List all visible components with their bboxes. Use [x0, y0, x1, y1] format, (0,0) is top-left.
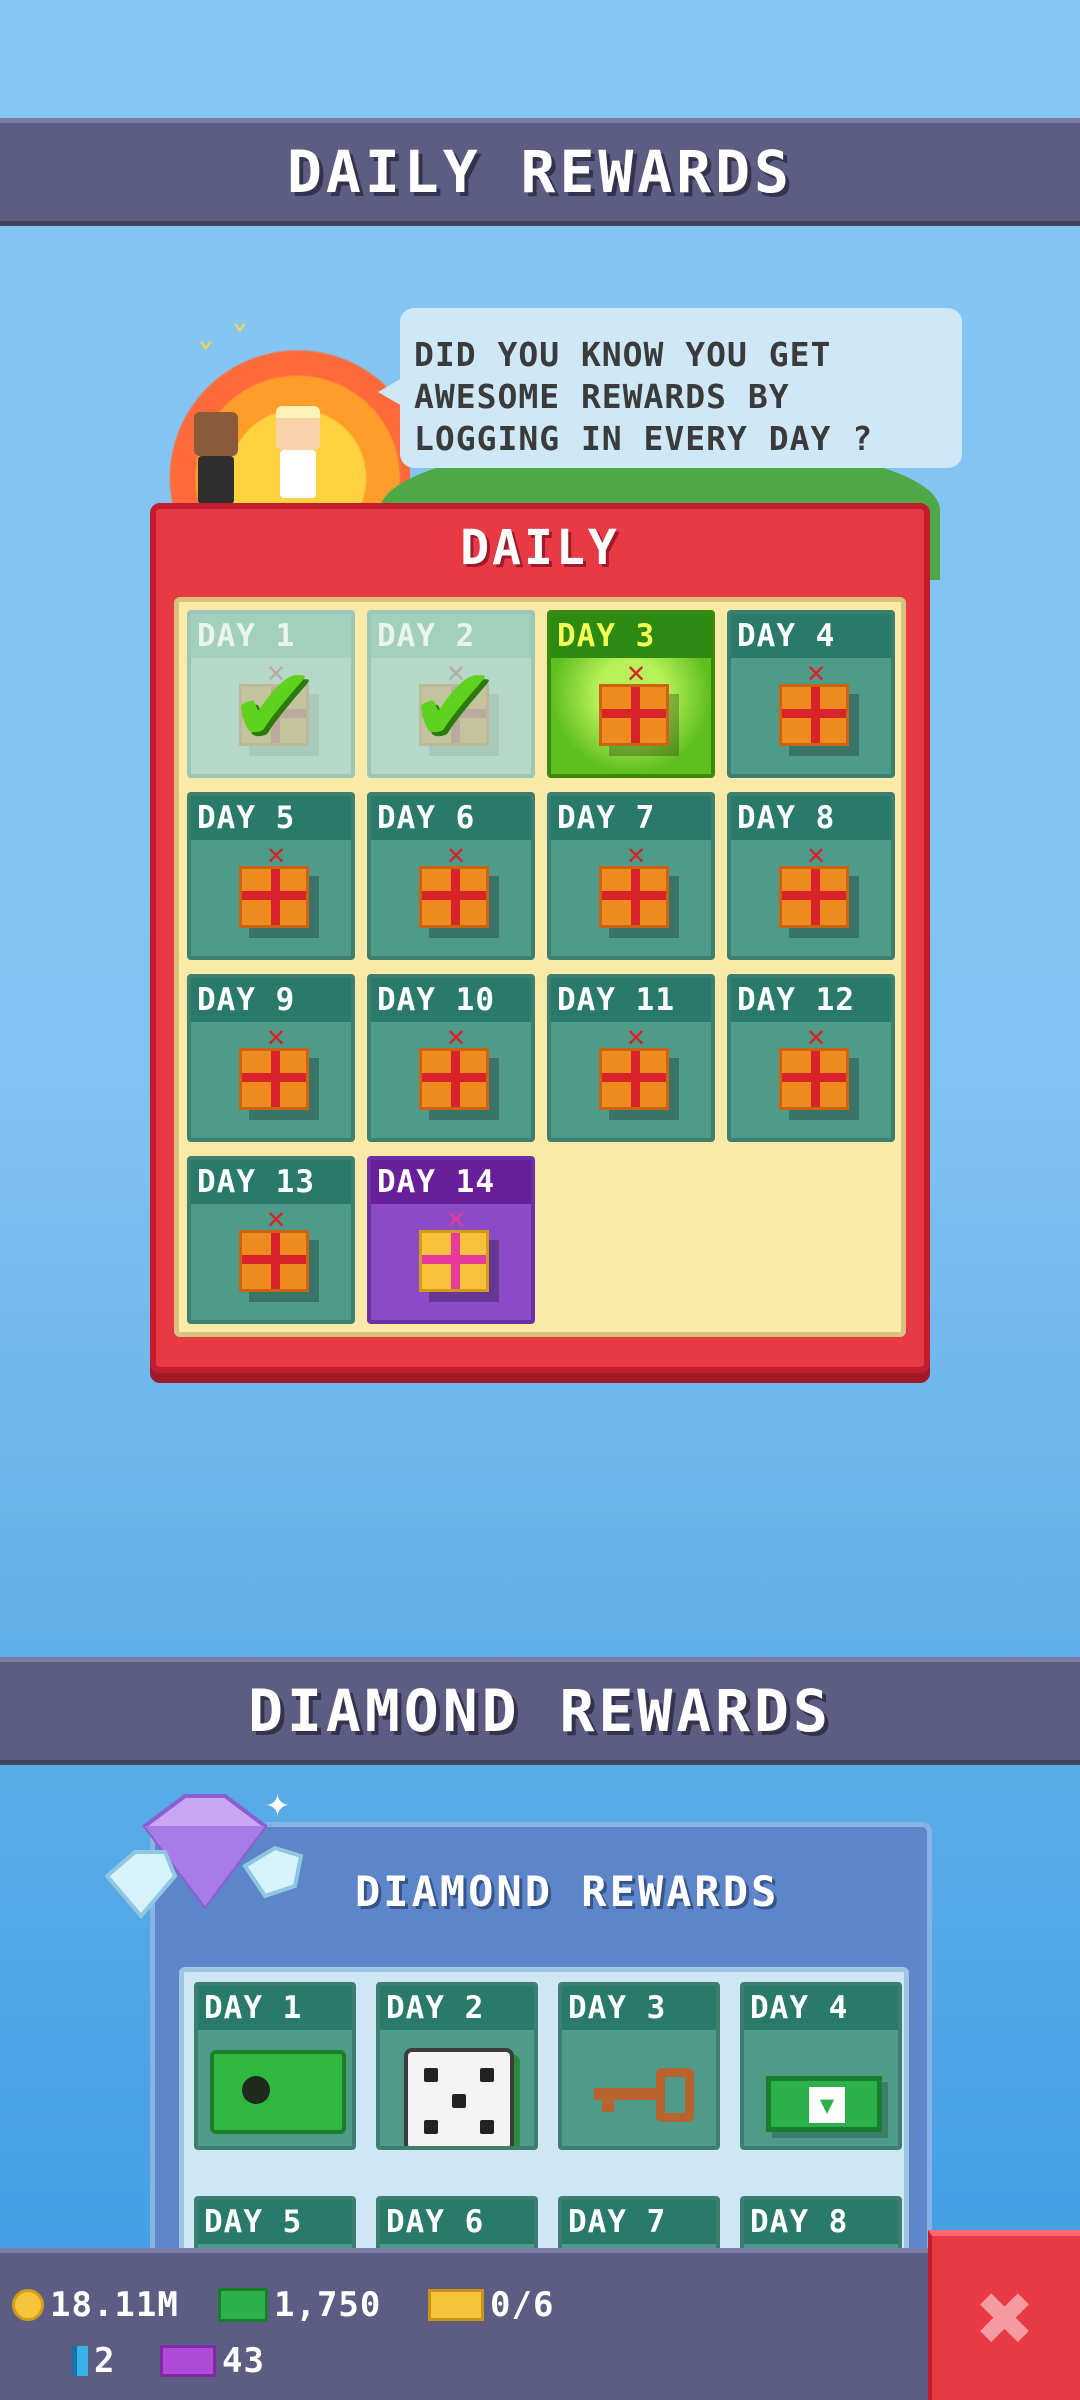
day-cell-4[interactable]: DAY 4 ✕	[727, 610, 895, 778]
speech-line-2: AWESOME REWARDS BY	[414, 377, 790, 416]
gift-icon: ✕	[779, 840, 849, 928]
sparkle-icon: ⌄	[198, 324, 214, 354]
checkmark-icon: ✔	[236, 629, 310, 768]
day-label: DAY 5	[198, 2200, 352, 2244]
day-cell-12[interactable]: DAY 12 ✕	[727, 974, 895, 1142]
daily-rewards-title: DAILY REWARDS	[287, 138, 793, 206]
daily-panel: DAILY DAY 1 ✕ ✔ DAY 2 ✕ ✔ DAY 3 ✕ DAY 4 …	[150, 503, 930, 1373]
day-label: DAY 4	[731, 614, 891, 658]
day-label: DAY 11	[551, 978, 711, 1022]
cash-icon	[766, 2076, 882, 2132]
day-cell-11[interactable]: DAY 11 ✕	[547, 974, 715, 1142]
diamond-icon: ✦	[105, 1789, 304, 1920]
day-label: DAY 4	[744, 1986, 898, 2030]
cash-stat: 1,750	[218, 2285, 381, 2325]
vip-icon	[160, 2345, 216, 2377]
gems-value: 2	[94, 2341, 116, 2381]
gift-icon: ✕	[599, 658, 669, 746]
checkmark-icon: ✔	[416, 629, 490, 768]
gift-icon: ✕	[779, 1022, 849, 1110]
coin-icon	[12, 2289, 44, 2321]
day-cell-5[interactable]: DAY 5 ✕	[187, 792, 355, 960]
close-button[interactable]: ✖	[928, 2230, 1080, 2400]
gift-icon: ✕	[239, 840, 309, 928]
speech-bubble: DID YOU KNOW YOU GET AWESOME REWARDS BY …	[378, 308, 962, 468]
day-label: DAY 6	[371, 796, 531, 840]
gift-icon: ✕	[419, 1022, 489, 1110]
vip-value: 43	[222, 2341, 265, 2381]
speech-line-3: LOGGING IN EVERY DAY ?	[414, 419, 874, 458]
gem-icon	[72, 2346, 88, 2376]
day-label: DAY 10	[371, 978, 531, 1022]
ticket-icon	[428, 2289, 484, 2321]
diamond-day-cell-4[interactable]: DAY 4	[740, 1982, 902, 2150]
day-label: DAY 7	[551, 796, 711, 840]
day-label: DAY 6	[380, 2200, 534, 2244]
vip-stat: 43	[160, 2341, 265, 2381]
diamond-day-cell-3[interactable]: DAY 3	[558, 1982, 720, 2150]
day-cell-14[interactable]: DAY 14 ✕	[367, 1156, 535, 1324]
day-label: DAY 8	[731, 796, 891, 840]
tickets-value: 0/6	[490, 2285, 555, 2325]
day-label: DAY 8	[744, 2200, 898, 2244]
day-label: DAY 12	[731, 978, 891, 1022]
gift-icon: ✕	[599, 840, 669, 928]
daily-panel-title: DAILY	[460, 520, 620, 576]
diamond-rewards-banner: DIAMOND REWARDS	[0, 1657, 1080, 1765]
tickets-stat: 0/6	[428, 2285, 554, 2325]
diamond-rewards-banner-title: DIAMOND REWARDS	[248, 1677, 832, 1745]
gift-icon: ✕	[419, 1204, 489, 1292]
day-cell-6[interactable]: DAY 6 ✕	[367, 792, 535, 960]
day-cell-3[interactable]: DAY 3 ✕	[547, 610, 715, 778]
day-label: DAY 5	[191, 796, 351, 840]
chest-icon	[210, 2050, 346, 2134]
day-label: DAY 3	[551, 614, 711, 658]
gift-icon: ✕	[599, 1022, 669, 1110]
cash-value: 1,750	[274, 2285, 382, 2325]
day-cell-10[interactable]: DAY 10 ✕	[367, 974, 535, 1142]
day-label: DAY 14	[371, 1160, 531, 1204]
coins-stat: 18.11M	[12, 2285, 179, 2325]
day-label: DAY 7	[562, 2200, 716, 2244]
cash-icon	[218, 2288, 268, 2322]
key-icon	[594, 2068, 694, 2122]
resource-bar: 18.11M 1,750 0/6 2 43	[0, 2248, 928, 2400]
daily-rewards-banner: DAILY REWARDS	[0, 118, 1080, 226]
dice-icon	[404, 2048, 514, 2146]
gift-icon: ✕	[239, 1204, 309, 1292]
coins-value: 18.11M	[50, 2285, 179, 2325]
gems-stat: 2	[72, 2341, 115, 2381]
day-label: DAY 9	[191, 978, 351, 1022]
diamond-day-cell-1[interactable]: DAY 1	[194, 1982, 356, 2150]
day-cell-2[interactable]: DAY 2 ✕ ✔	[367, 610, 535, 778]
day-cell-9[interactable]: DAY 9 ✕	[187, 974, 355, 1142]
day-label: DAY 13	[191, 1160, 351, 1204]
day-label: DAY 2	[380, 1986, 534, 2030]
day-cell-1[interactable]: DAY 1 ✕ ✔	[187, 610, 355, 778]
day-cell-8[interactable]: DAY 8 ✕	[727, 792, 895, 960]
gift-icon: ✕	[239, 1022, 309, 1110]
day-cell-7[interactable]: DAY 7 ✕	[547, 792, 715, 960]
groom-character	[190, 412, 242, 504]
day-label: DAY 3	[562, 1986, 716, 2030]
sparkle-icon: ⌄	[232, 306, 248, 336]
day-label: DAY 1	[198, 1986, 352, 2030]
diamond-day-cell-2[interactable]: DAY 2	[376, 1982, 538, 2150]
gift-icon: ✕	[779, 658, 849, 746]
diamond-panel-title: DIAMOND REWARDS	[355, 1867, 780, 1916]
gift-icon: ✕	[419, 840, 489, 928]
speech-line-1: DID YOU KNOW YOU GET	[414, 335, 832, 374]
bride-character	[272, 406, 324, 498]
day-cell-13[interactable]: DAY 13 ✕	[187, 1156, 355, 1324]
close-icon: ✖	[977, 2262, 1035, 2374]
daily-grid: DAY 1 ✕ ✔ DAY 2 ✕ ✔ DAY 3 ✕ DAY 4 ✕ DAY …	[174, 597, 906, 1337]
svg-text:✦: ✦	[265, 1789, 290, 1824]
